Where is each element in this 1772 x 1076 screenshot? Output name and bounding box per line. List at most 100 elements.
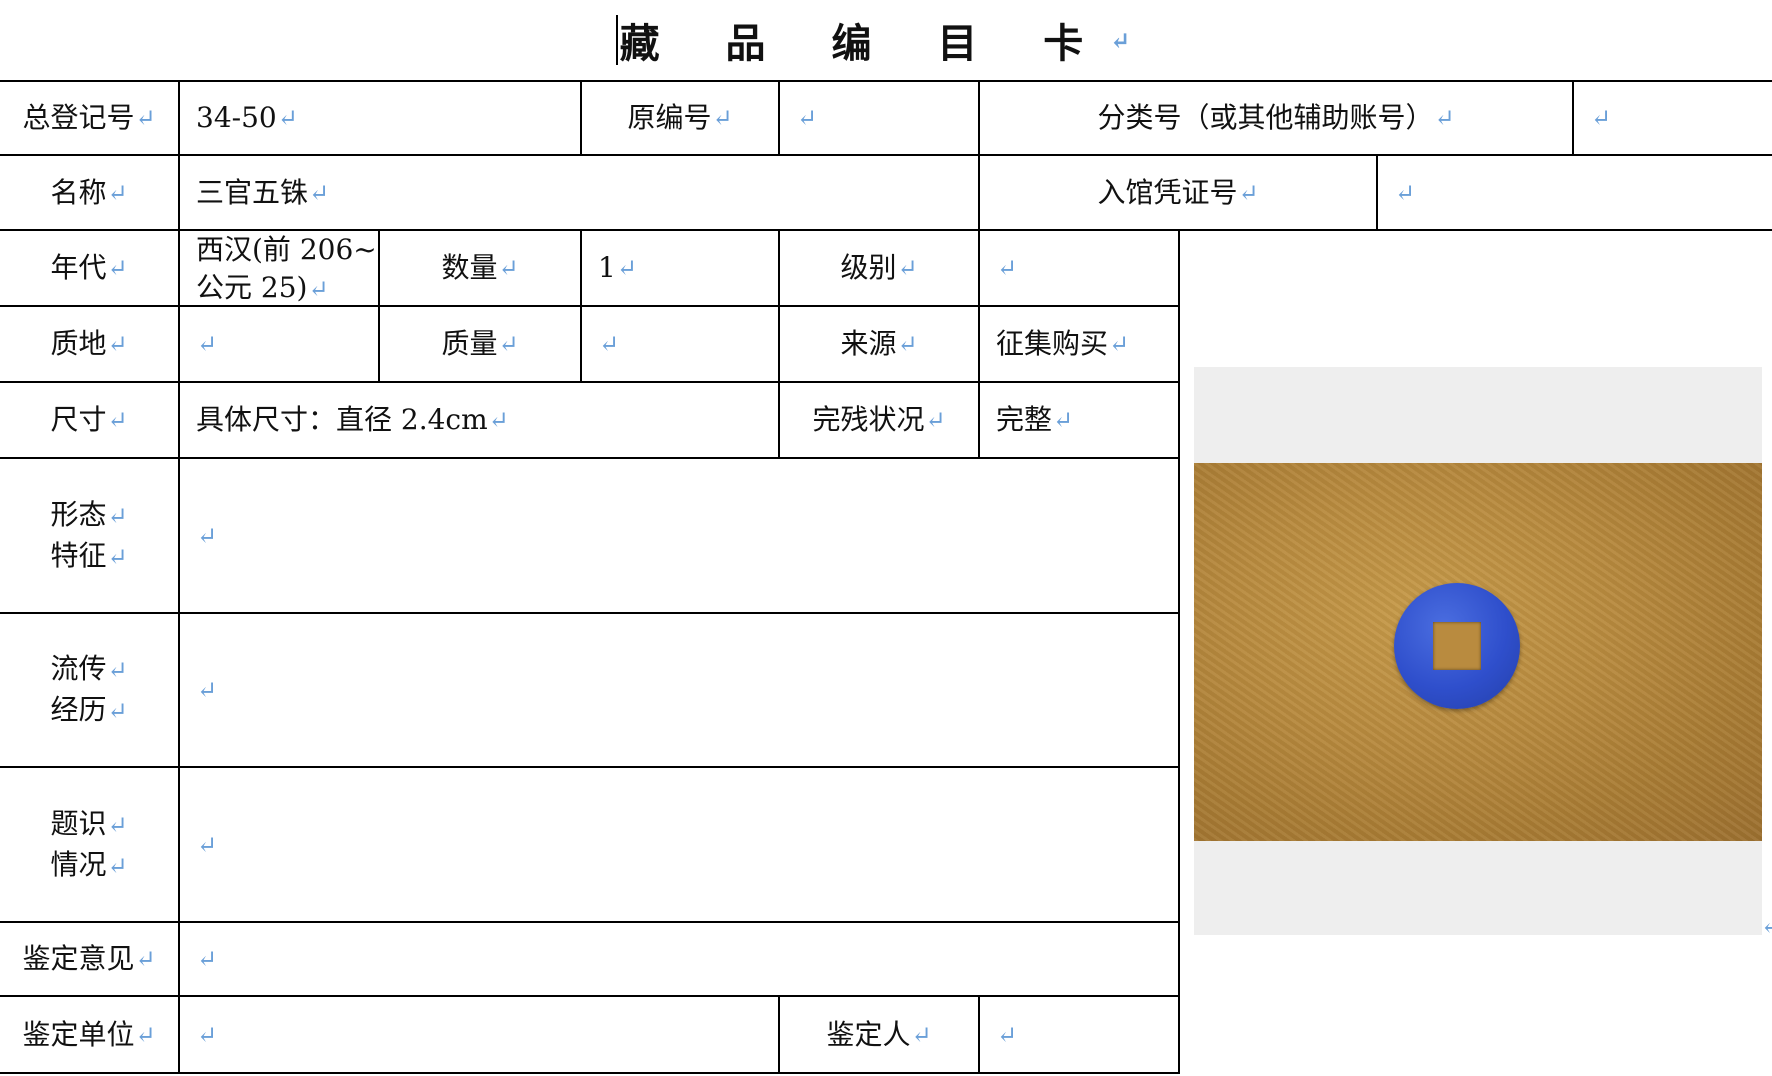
return-mark-icon: ↵: [1053, 406, 1074, 434]
return-mark-icon: ↵: [997, 1020, 1018, 1049]
return-mark-icon: ↵: [897, 330, 918, 358]
appraiser-value[interactable]: ↵: [980, 997, 1178, 1072]
return-mark-icon: ↵: [797, 103, 818, 132]
reg-number-value[interactable]: 34-50 ↵: [180, 81, 580, 154]
card-title: 藏 品 编 目 卡 ↵: [0, 0, 1772, 80]
return-mark-icon: ↵: [1761, 912, 1772, 940]
quantity-label: 数量 ↵: [380, 231, 580, 305]
provenance-value[interactable]: ↵: [180, 614, 1178, 766]
cell-text: 经历: [50, 693, 107, 726]
appraisal-opinion-value[interactable]: ↵: [180, 923, 1178, 995]
reg-number-label: 总登记号 ↵: [0, 81, 178, 154]
return-mark-icon: ↵: [107, 542, 128, 571]
name-value[interactable]: 三官五铢 ↵: [180, 156, 978, 229]
return-mark-icon: ↵: [1395, 178, 1416, 207]
cell-text: 分类号（或其他辅助账号）: [1097, 100, 1434, 134]
return-mark-icon: ↵: [1109, 330, 1130, 358]
return-mark-icon: ↵: [197, 1020, 218, 1049]
row-line: [0, 1072, 1180, 1074]
form-features-label: 形态↵ 特征↵: [0, 459, 178, 612]
return-mark-icon: ↵: [135, 945, 156, 973]
return-mark-icon: ↵: [997, 254, 1018, 282]
cell-text: 情况↵: [50, 845, 127, 886]
condition-label: 完残状况 ↵: [780, 383, 978, 457]
material-label: 质地 ↵: [0, 307, 178, 381]
form-features-value[interactable]: ↵: [180, 459, 1178, 612]
return-mark-icon: ↵: [107, 851, 128, 880]
weight-value[interactable]: ↵: [582, 307, 778, 381]
appraisal-unit-label: 鉴定单位 ↵: [0, 997, 178, 1072]
cell-text: 入馆凭证号: [1097, 175, 1238, 209]
return-mark-icon: ↵: [197, 830, 218, 859]
cell-text: 情况: [50, 847, 107, 881]
cell-text: 征集购买: [996, 327, 1109, 360]
return-mark-icon: ↵: [712, 103, 733, 132]
text-cursor: [615, 15, 618, 65]
coin-photo[interactable]: [1194, 463, 1762, 841]
cell-text: 特征: [50, 538, 107, 572]
appraisal-opinion-label: 鉴定意见 ↵: [0, 923, 178, 995]
source-label: 来源 ↵: [780, 307, 978, 381]
cell-text: 级别: [840, 251, 897, 284]
size-label: 尺寸 ↵: [0, 383, 178, 457]
card-title-text: 藏 品 编 目 卡: [619, 20, 1110, 67]
cell-text: 质地: [50, 327, 107, 360]
quantity-value[interactable]: 1 ↵: [582, 231, 778, 305]
cell-text: 题识↵ 情况↵: [50, 804, 127, 886]
return-mark-icon: ↵: [107, 810, 128, 839]
inscription-value[interactable]: ↵: [180, 768, 1178, 921]
cell-text: 鉴定人: [826, 1017, 911, 1051]
cell-text: 形态: [50, 497, 107, 531]
grade-value[interactable]: ↵: [980, 231, 1178, 305]
era-value[interactable]: 西汉(前 206~ 公元 25)↵: [180, 231, 378, 305]
cell-text: 来源: [840, 327, 897, 360]
cell-text: 总登记号: [22, 100, 135, 134]
return-mark-icon: ↵: [1110, 25, 1157, 55]
original-number-value[interactable]: ↵: [780, 81, 978, 154]
weight-label: 质量 ↵: [380, 307, 580, 381]
cell-text: 数量: [441, 251, 498, 284]
return-mark-icon: ↵: [197, 945, 218, 973]
cell-text: 西汉(前 206~ 公元 25)↵: [196, 231, 377, 305]
return-mark-icon: ↵: [616, 254, 637, 282]
era-label: 年代 ↵: [0, 231, 178, 305]
cell-text: 鉴定单位: [22, 1017, 135, 1051]
voucher-label: 入馆凭证号 ↵: [980, 156, 1376, 229]
inscription-label: 题识↵ 情况↵: [0, 768, 178, 921]
cell-text: 流传: [50, 652, 107, 685]
cell-text: 三官五铢: [196, 175, 309, 209]
cell-text: 公元 25)↵: [196, 269, 377, 305]
cell-text: 经历↵: [50, 690, 127, 731]
return-mark-icon: ↵: [309, 178, 330, 207]
cell-text: 西汉(前 206~: [196, 233, 377, 266]
coin-square-hole: [1433, 622, 1481, 670]
return-mark-icon: ↵: [925, 406, 946, 434]
cell-text: 质量: [441, 327, 498, 360]
cell-text: 流传↵ 经历↵: [50, 649, 127, 731]
appraiser-label: 鉴定人 ↵: [780, 997, 978, 1072]
source-value[interactable]: 征集购买 ↵: [980, 307, 1178, 381]
cell-text: 尺寸: [50, 403, 107, 436]
cell-text: 年代: [50, 251, 107, 284]
cell-text: 34-50: [196, 100, 277, 134]
voucher-value[interactable]: ↵: [1378, 156, 1772, 229]
return-mark-icon: ↵: [135, 103, 156, 132]
return-mark-icon: ↵: [107, 406, 128, 434]
return-mark-icon: ↵: [197, 521, 218, 550]
condition-value[interactable]: 完整 ↵: [980, 383, 1178, 457]
return-mark-icon: ↵: [911, 1020, 932, 1049]
cell-text: 具体尺寸：直径 2.4cm: [196, 403, 488, 436]
material-value[interactable]: ↵: [180, 307, 378, 381]
classification-value[interactable]: ↵: [1574, 81, 1772, 154]
cell-text: 鉴定意见: [22, 942, 135, 975]
return-mark-icon: ↵: [107, 656, 128, 684]
appraisal-unit-value[interactable]: ↵: [180, 997, 778, 1072]
return-mark-icon: ↵: [277, 103, 298, 132]
size-value[interactable]: 具体尺寸：直径 2.4cm ↵: [180, 383, 778, 457]
return-mark-icon: ↵: [107, 697, 128, 725]
return-mark-icon: ↵: [1238, 178, 1259, 207]
cell-text: 公元 25): [196, 271, 308, 304]
provenance-label: 流传↵ 经历↵: [0, 614, 178, 766]
return-mark-icon: ↵: [107, 330, 128, 358]
return-mark-icon: ↵: [897, 254, 918, 282]
